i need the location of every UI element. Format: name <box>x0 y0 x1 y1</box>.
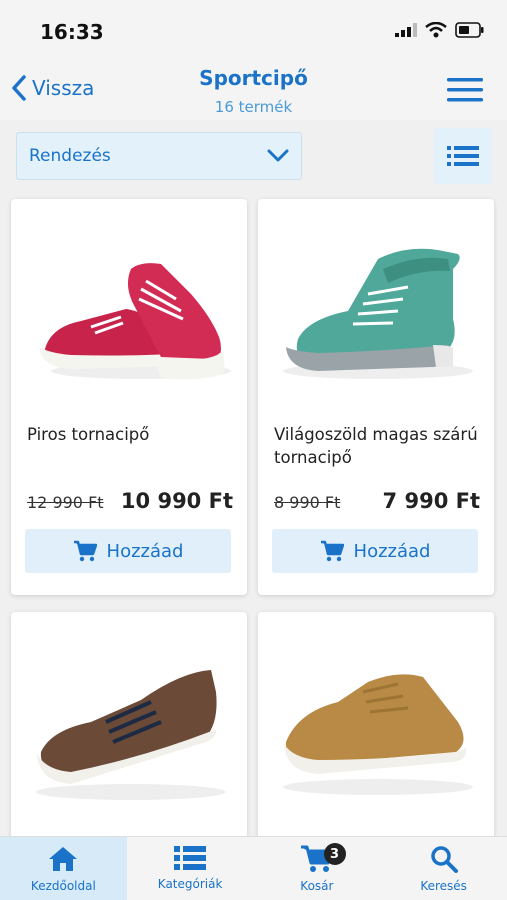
nav-bar: Vissza Sportcipő 16 termék <box>0 62 507 120</box>
add-to-cart-button[interactable]: Hozzáad <box>272 529 478 573</box>
price: 7 990 Ft <box>382 489 480 513</box>
list-icon <box>174 846 207 870</box>
status-icons <box>395 22 485 38</box>
add-label: Hozzáad <box>353 540 431 562</box>
product-card[interactable]: Világoszöld magas szárú tornacipő 8 990 … <box>258 199 494 595</box>
sort-label: Rendezés <box>29 146 111 166</box>
list-view-icon <box>447 146 479 166</box>
tab-label: Kosár <box>300 879 334 893</box>
product-card[interactable] <box>258 612 494 842</box>
price: 10 990 Ft <box>120 489 233 513</box>
product-count: 16 termék <box>214 98 293 116</box>
chevron-down-icon <box>267 149 289 162</box>
page-title: Sportcipő <box>199 66 308 90</box>
green-hightop-image <box>283 248 473 379</box>
tab-categories[interactable]: Kategóriák <box>127 837 254 900</box>
cart-count-badge: 3 <box>323 843 346 865</box>
red-sneaker-image <box>39 263 231 380</box>
add-label: Hozzáad <box>106 540 184 562</box>
list-view-button[interactable] <box>434 128 492 184</box>
bottom-tab-bar: Kezdőoldal Kategóriák 3 Kosár Keresés <box>0 836 507 900</box>
product-card[interactable]: Piros tornacipő 12 990 Ft 10 990 Ft Hozz… <box>11 199 247 595</box>
cart-icon <box>320 540 344 562</box>
tab-label: Kezdőoldal <box>30 879 96 893</box>
signal-icon <box>395 23 417 37</box>
battery-icon <box>455 22 484 38</box>
tan-sneaker-image <box>283 674 473 795</box>
status-bar: 16:33 <box>0 0 507 62</box>
home-icon <box>49 847 78 871</box>
tab-search[interactable]: Keresés <box>380 837 507 900</box>
tab-label: Kategóriák <box>157 877 223 891</box>
tab-home[interactable]: Kezdőoldal <box>0 837 127 900</box>
product-card[interactable] <box>11 612 247 842</box>
status-time: 16:33 <box>40 20 104 44</box>
add-to-cart-button[interactable]: Hozzáad <box>25 529 231 573</box>
product-name[interactable]: Piros tornacipő <box>27 423 235 446</box>
brown-sneaker-image <box>36 670 226 800</box>
tab-label: Keresés <box>420 879 467 893</box>
sort-dropdown[interactable]: Rendezés <box>16 132 302 180</box>
cart-icon <box>73 540 97 562</box>
product-name[interactable]: Világoszöld magas szárú tornacipő <box>274 423 482 469</box>
hamburger-menu-icon[interactable] <box>447 76 483 104</box>
search-icon <box>430 846 458 873</box>
wifi-icon <box>425 22 447 38</box>
tab-cart[interactable]: 3 Kosár <box>254 837 381 900</box>
old-price: 8 990 Ft <box>274 493 341 512</box>
old-price: 12 990 Ft <box>27 493 104 512</box>
